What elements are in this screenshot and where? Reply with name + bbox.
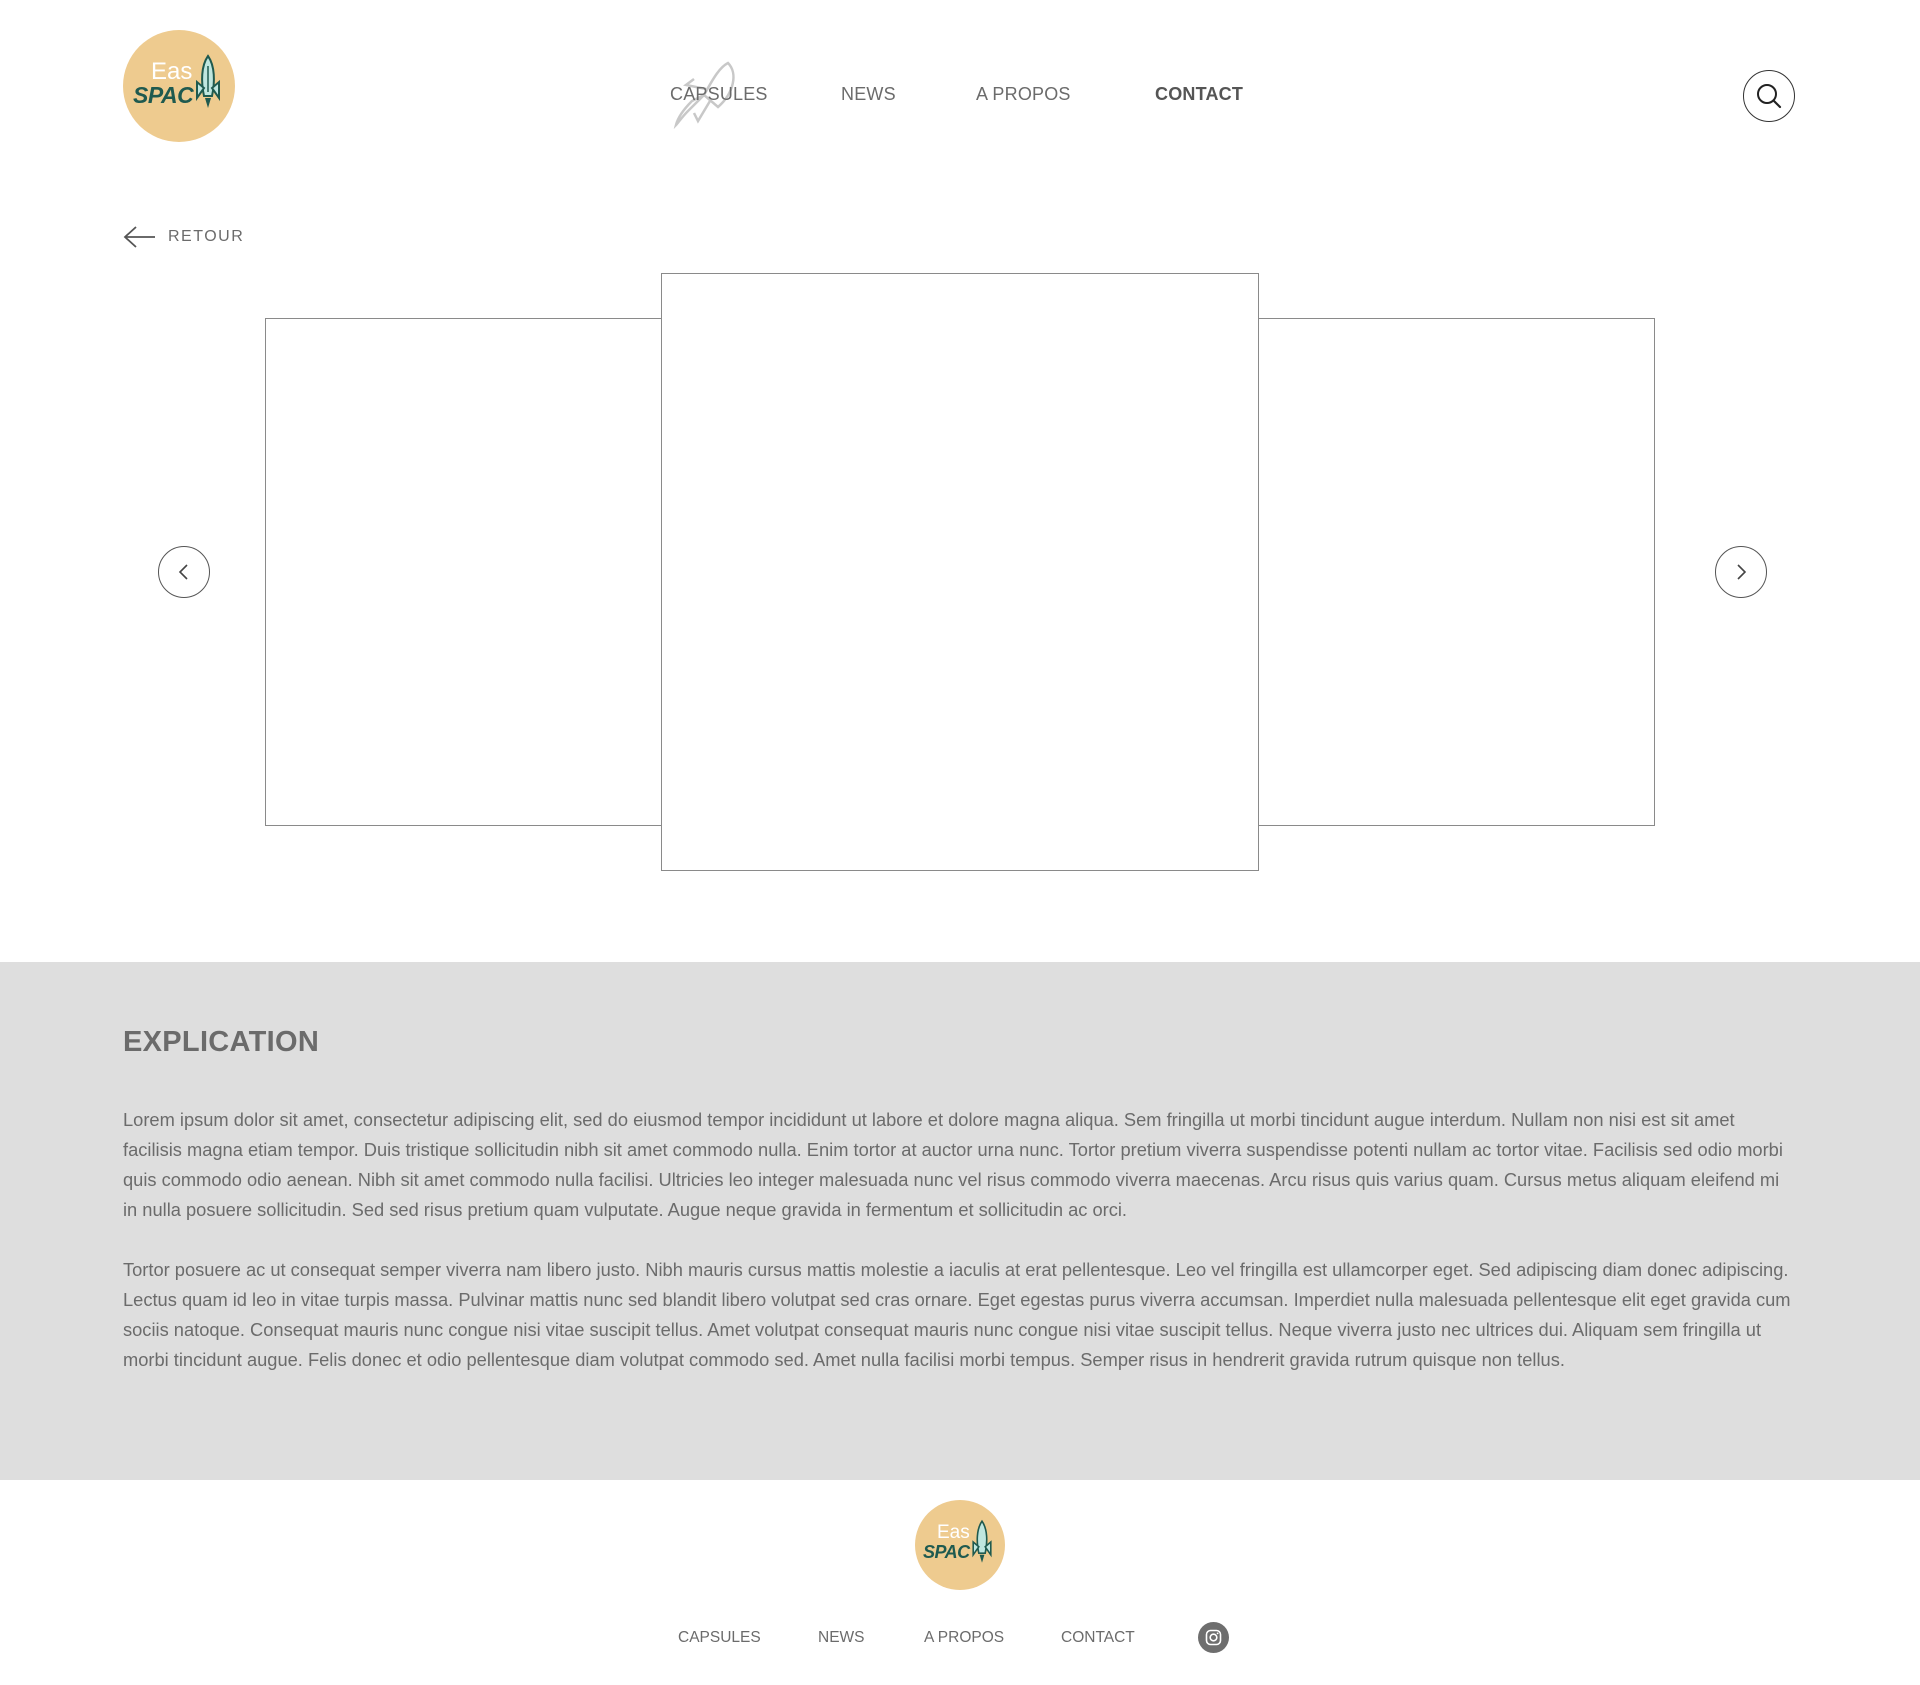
- explication-section: EXPLICATION Lorem ipsum dolor sit amet, …: [0, 962, 1920, 1480]
- search-icon: [1757, 84, 1782, 109]
- nav-a-propos[interactable]: A PROPOS: [976, 84, 1071, 105]
- carousel-card-current[interactable]: [661, 273, 1259, 871]
- search-button[interactable]: [1743, 70, 1795, 122]
- nav-capsules[interactable]: CAPSULES: [670, 84, 768, 105]
- nav-news[interactable]: NEWS: [841, 84, 896, 105]
- logo-text-spac: SPAC: [133, 82, 194, 108]
- chevron-right-icon: [1737, 564, 1747, 580]
- nav-contact[interactable]: CONTACT: [1155, 84, 1243, 105]
- instagram-link[interactable]: [1198, 1622, 1229, 1653]
- carousel-prev-button[interactable]: [158, 546, 210, 598]
- arrow-left-icon: [123, 226, 155, 248]
- chevron-left-icon: [178, 564, 188, 580]
- footer-nav-capsules[interactable]: CAPSULES: [678, 1629, 761, 1647]
- footer-nav-news[interactable]: NEWS: [818, 1629, 865, 1647]
- rocket-icon: [972, 1519, 992, 1563]
- explication-paragraph: Lorem ipsum dolor sit amet, consectetur …: [123, 1109, 1783, 1220]
- carousel-next-button[interactable]: [1715, 546, 1767, 598]
- carousel-card-previous[interactable]: [265, 318, 677, 826]
- brand-logo[interactable]: Eas SPAC: [123, 30, 235, 142]
- explication-paragraph: Tortor posuere ac ut consequat semper vi…: [123, 1259, 1791, 1370]
- footer-logo[interactable]: Eas SPAC: [915, 1500, 1005, 1590]
- back-link[interactable]: RETOUR: [123, 225, 244, 249]
- footer-nav-contact[interactable]: CONTACT: [1061, 1629, 1135, 1647]
- logo-text-eas: Eas: [937, 1522, 970, 1543]
- logo-text-spac: SPAC: [923, 1542, 970, 1562]
- carousel-card-next[interactable]: [1243, 318, 1655, 826]
- footer-nav-a-propos[interactable]: A PROPOS: [924, 1629, 1004, 1647]
- explication-title: EXPLICATION: [123, 1026, 320, 1058]
- rocket-icon: [196, 54, 220, 108]
- instagram-icon: [1205, 1629, 1222, 1646]
- back-label: RETOUR: [168, 228, 245, 245]
